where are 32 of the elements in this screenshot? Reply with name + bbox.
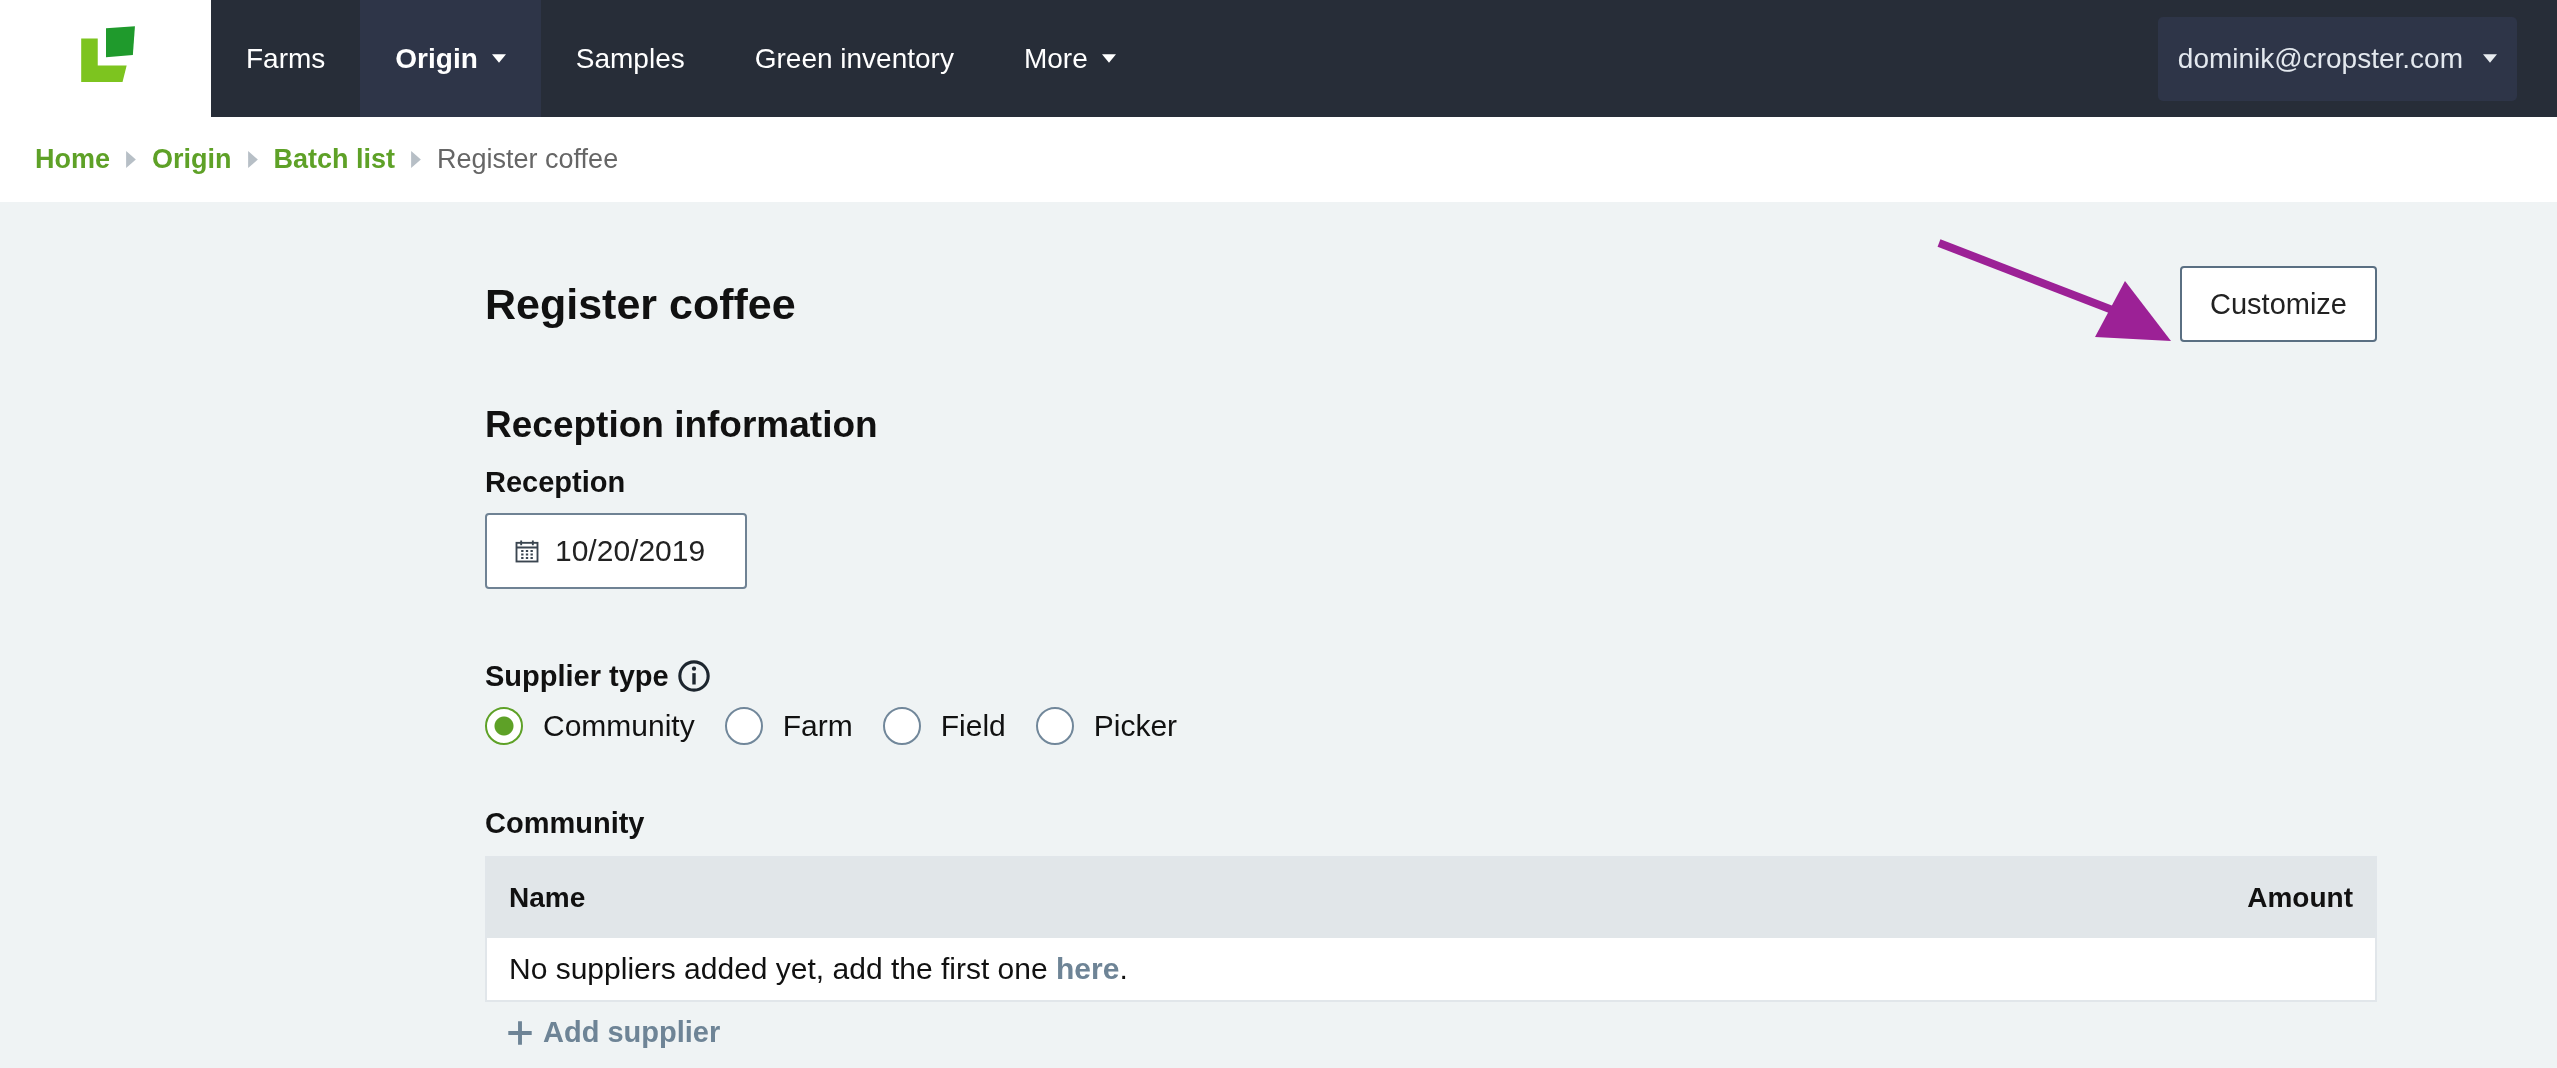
chevron-icon <box>411 151 422 168</box>
column-header: Name <box>509 882 586 914</box>
field-label: Reception <box>485 466 627 499</box>
radio-button[interactable] <box>1035 707 1074 745</box>
field-label: Community <box>485 807 646 840</box>
radio-label: Picker <box>1093 709 1178 743</box>
add-link[interactable]: here <box>1056 952 1120 985</box>
section-title: Reception information <box>485 404 879 446</box>
user-menu-button[interactable]: dominik@cropster.com <box>2157 16 2517 101</box>
radio-label: Farm <box>782 709 853 743</box>
radio-button[interactable] <box>724 707 763 745</box>
radio-button[interactable] <box>485 707 523 745</box>
nav-tab[interactable]: More <box>988 0 1151 117</box>
nav-tab[interactable]: Farms <box>211 0 361 117</box>
customize-button[interactable]: Customize <box>2180 266 2377 342</box>
radio-label: Field <box>940 709 1006 743</box>
field-label: Supplier type <box>485 659 669 693</box>
radio-label: Community <box>543 709 695 743</box>
info-icon[interactable] <box>676 659 711 693</box>
caret-icon <box>2483 54 2497 63</box>
column-header: Amount <box>2247 882 2353 914</box>
nav-tab[interactable]: Samples <box>540 0 720 117</box>
nav-tab[interactable]: Origin <box>360 0 541 117</box>
radio-button[interactable] <box>882 707 921 745</box>
empty-message: No suppliers added yet, add the first one here. <box>509 952 1128 986</box>
date-field[interactable]: 10/20/2019 <box>485 513 747 589</box>
page-title: Register coffee <box>485 279 796 329</box>
nav-tab[interactable]: Green inventory <box>719 0 989 117</box>
breadcrumb-current: Register coffee <box>437 144 619 175</box>
plus-icon <box>507 1019 533 1046</box>
chevron-icon <box>126 151 136 168</box>
chevron-icon <box>247 151 258 168</box>
